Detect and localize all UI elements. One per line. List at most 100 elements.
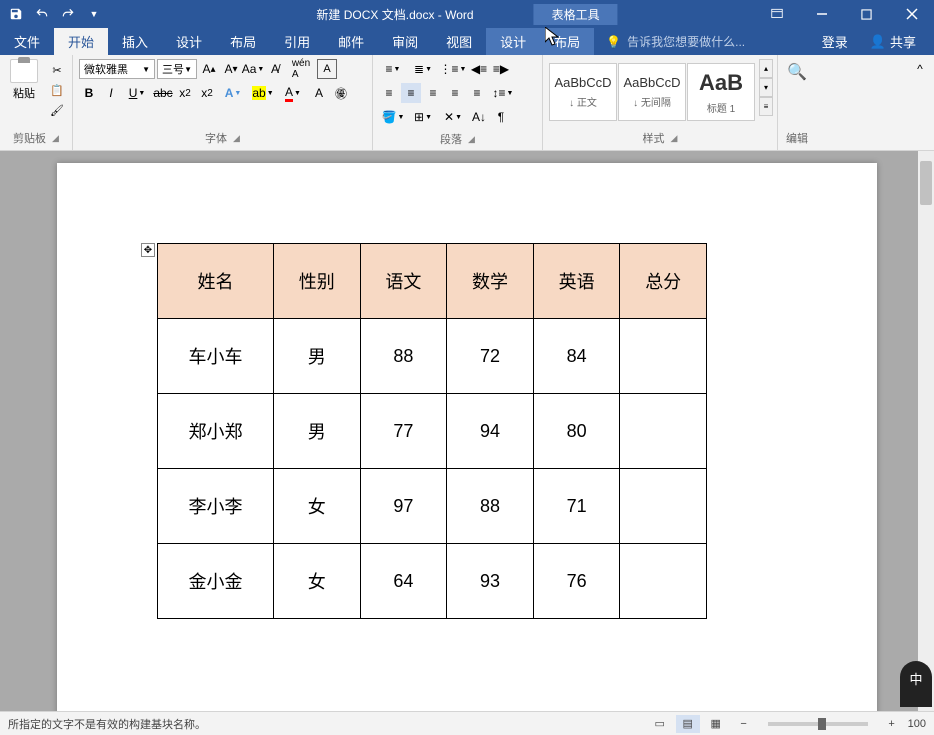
save-button[interactable] — [4, 2, 28, 26]
clear-formatting-button[interactable]: A̸ — [265, 59, 285, 79]
share-button[interactable]: 👤 共享 — [860, 28, 926, 55]
table-cell[interactable]: 93 — [447, 544, 534, 619]
tab-review[interactable]: 审阅 — [378, 28, 432, 55]
tab-design[interactable]: 设计 — [162, 28, 216, 55]
table-cell[interactable]: 男 — [274, 394, 361, 469]
tab-references[interactable]: 引用 — [270, 28, 324, 55]
find-button[interactable]: 🔍 — [786, 61, 808, 83]
table-cell[interactable]: 车小车 — [158, 319, 274, 394]
numbering-button[interactable]: ≣▼ — [409, 59, 437, 79]
document-table[interactable]: 姓名性别语文数学英语总分 车小车男887284郑小郑男779480李小李女978… — [157, 243, 707, 619]
bullets-button[interactable]: ≡▼ — [379, 59, 407, 79]
bold-button[interactable]: B — [79, 83, 99, 103]
table-cell[interactable]: 97 — [360, 469, 447, 544]
styles-scroll-up[interactable]: ▴ — [759, 59, 773, 78]
table-header[interactable]: 数学 — [447, 244, 534, 319]
character-shading-button[interactable]: A — [309, 83, 329, 103]
table-row[interactable]: 李小李女978871 — [158, 469, 707, 544]
undo-button[interactable] — [30, 2, 54, 26]
distributed-button[interactable]: ≡ — [467, 83, 487, 103]
table-cell[interactable]: 72 — [447, 319, 534, 394]
table-header[interactable]: 语文 — [360, 244, 447, 319]
enclose-characters-button[interactable]: ㊝ — [331, 83, 351, 103]
align-left-button[interactable]: ≡ — [379, 83, 399, 103]
line-spacing-button[interactable]: ↕≡▼ — [489, 83, 517, 103]
table-cell[interactable]: 84 — [533, 319, 620, 394]
document-page[interactable]: ✥ 姓名性别语文数学英语总分 车小车男887284郑小郑男779480李小李女9… — [57, 163, 877, 711]
borders-button[interactable]: ⊞▼ — [409, 107, 437, 127]
clipboard-launcher[interactable]: ◢ — [52, 133, 59, 144]
table-cell[interactable]: 71 — [533, 469, 620, 544]
table-cell[interactable]: 郑小郑 — [158, 394, 274, 469]
justify-button[interactable]: ≡ — [445, 83, 465, 103]
table-cell[interactable]: 77 — [360, 394, 447, 469]
tab-layout[interactable]: 布局 — [216, 28, 270, 55]
increase-indent-button[interactable]: ≡▶ — [491, 59, 511, 79]
cut-button[interactable]: ✂ — [46, 61, 68, 79]
ime-indicator[interactable]: 中 — [900, 661, 932, 707]
sort-button[interactable]: ✕▼ — [439, 107, 467, 127]
vertical-scrollbar[interactable] — [918, 151, 934, 711]
tab-table-design[interactable]: 设计 — [486, 28, 540, 55]
tab-file[interactable]: 文件 — [0, 28, 54, 55]
strikethrough-button[interactable]: abc — [153, 83, 173, 103]
tab-insert[interactable]: 插入 — [108, 28, 162, 55]
subscript-button[interactable]: x2 — [175, 83, 195, 103]
table-cell[interactable]: 金小金 — [158, 544, 274, 619]
table-move-handle[interactable]: ✥ — [141, 243, 155, 257]
change-case-button[interactable]: Aa▼ — [243, 59, 263, 79]
shrink-font-button[interactable]: A▾ — [221, 59, 241, 79]
scrollbar-thumb[interactable] — [920, 161, 932, 205]
styles-expand[interactable]: ≡ — [759, 97, 773, 116]
redo-button[interactable] — [56, 2, 80, 26]
table-header[interactable]: 总分 — [620, 244, 707, 319]
collapse-ribbon-button[interactable]: ^ — [910, 59, 930, 79]
tab-view[interactable]: 视图 — [432, 28, 486, 55]
tell-me-search[interactable]: 💡 告诉我您想要做什么... — [594, 28, 812, 55]
table-row[interactable]: 车小车男887284 — [158, 319, 707, 394]
show-marks-button[interactable]: A↓ — [469, 107, 489, 127]
zoom-slider[interactable] — [768, 722, 868, 726]
font-name-select[interactable]: 微软雅黑▼ — [79, 59, 155, 79]
shading-button[interactable]: 🪣▼ — [379, 107, 407, 127]
maximize-button[interactable] — [844, 0, 889, 28]
read-mode-button[interactable]: ▭ — [648, 715, 672, 733]
table-header[interactable]: 英语 — [533, 244, 620, 319]
table-cell[interactable]: 女 — [274, 469, 361, 544]
table-row[interactable]: 金小金女649376 — [158, 544, 707, 619]
table-cell[interactable]: 男 — [274, 319, 361, 394]
tab-mailings[interactable]: 邮件 — [324, 28, 378, 55]
zoom-in-button[interactable]: + — [880, 715, 904, 733]
text-effects-button[interactable]: A▼ — [219, 83, 247, 103]
paragraph-launcher[interactable]: ◢ — [468, 134, 475, 145]
zoom-level[interactable]: 100 — [908, 718, 926, 730]
table-cell[interactable]: 94 — [447, 394, 534, 469]
table-row[interactable]: 郑小郑男779480 — [158, 394, 707, 469]
qat-customize-button[interactable]: ▼ — [82, 2, 106, 26]
table-cell[interactable]: 80 — [533, 394, 620, 469]
style-box-2[interactable]: AaB标题 1 — [687, 63, 755, 121]
table-cell[interactable]: 李小李 — [158, 469, 274, 544]
superscript-button[interactable]: x2 — [197, 83, 217, 103]
zoom-out-button[interactable]: − — [732, 715, 756, 733]
format-painter-button[interactable]: 🖌 — [46, 101, 68, 119]
styles-launcher[interactable]: ◢ — [671, 133, 678, 144]
table-cell[interactable]: 88 — [360, 319, 447, 394]
styles-scroll-down[interactable]: ▾ — [759, 78, 773, 97]
multilevel-list-button[interactable]: ⋮≡▼ — [439, 59, 467, 79]
align-right-button[interactable]: ≡ — [423, 83, 443, 103]
style-box-0[interactable]: AaBbCcD↓ 正文 — [549, 63, 617, 121]
table-cell[interactable]: 76 — [533, 544, 620, 619]
table-cell[interactable] — [620, 544, 707, 619]
align-center-button[interactable]: ≡ — [401, 83, 421, 103]
underline-button[interactable]: U▼ — [123, 83, 151, 103]
tab-home[interactable]: 开始 — [54, 28, 108, 55]
login-button[interactable]: 登录 — [812, 28, 858, 55]
decrease-indent-button[interactable]: ◀≡ — [469, 59, 489, 79]
character-border-button[interactable]: A — [317, 59, 337, 79]
table-cell[interactable]: 64 — [360, 544, 447, 619]
close-button[interactable] — [889, 0, 934, 28]
table-cell[interactable] — [620, 469, 707, 544]
table-cell[interactable]: 88 — [447, 469, 534, 544]
font-color-button[interactable]: A▼ — [279, 83, 307, 103]
